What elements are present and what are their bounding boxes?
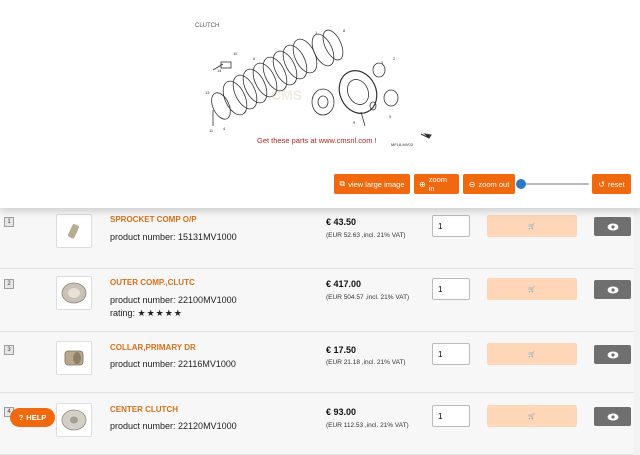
eye-icon	[607, 413, 618, 420]
product-row: 1 SPROCKET COMP O/P product number: 1513…	[0, 208, 634, 269]
svg-text:3: 3	[381, 60, 384, 65]
price-incl-vat: (EUR 21.18 ,incl. 21% VAT)	[326, 359, 406, 366]
view-details-button[interactable]	[594, 217, 631, 236]
quantity-input[interactable]	[432, 343, 470, 365]
svg-text:5: 5	[389, 114, 392, 119]
diagram-code: MFL8-MV03	[391, 142, 414, 147]
product-price: € 93.00	[326, 407, 357, 417]
add-to-cart-button[interactable]: 🛒	[487, 405, 577, 427]
product-thumbnail[interactable]	[56, 341, 92, 375]
help-icon: ?	[18, 413, 24, 422]
view-details-button[interactable]	[594, 280, 631, 299]
rating-stars: ★★★★★	[137, 308, 183, 318]
view-details-button[interactable]	[594, 345, 631, 364]
row-index-badge: 2	[4, 279, 14, 289]
reset-button[interactable]: ↺ reset	[592, 174, 631, 194]
product-number: product number: 15131MV1000	[110, 232, 237, 242]
eye-icon	[607, 286, 618, 293]
product-name[interactable]: CENTER CLUTCH	[110, 405, 178, 414]
svg-text:9: 9	[353, 120, 356, 125]
svg-text:14: 14	[217, 68, 222, 73]
reset-label: reset	[608, 179, 625, 189]
collar-part-image	[64, 350, 84, 366]
add-to-cart-button[interactable]: 🛒	[487, 343, 577, 365]
price-incl-vat: (EUR 504.57 ,incl. 21% VAT)	[326, 294, 410, 301]
view-large-image-button[interactable]: ⧉ view large image	[334, 174, 410, 194]
product-price: € 417.00	[326, 279, 362, 289]
reset-icon: ↺	[598, 179, 605, 189]
view-details-button[interactable]	[594, 407, 631, 426]
diagram-toolbar: ⧉ view large image ⊕ zoom in ⊖ zoom out …	[0, 174, 640, 194]
row-index-badge: 3	[4, 345, 14, 355]
quantity-input[interactable]	[432, 405, 470, 427]
zoom-slider-handle[interactable]	[516, 179, 526, 189]
product-price: € 17.50	[326, 345, 357, 355]
product-price: € 43.50	[326, 217, 357, 227]
diagram-shop-link[interactable]: Get these parts at www.cmsnl.com !	[257, 136, 377, 145]
rating-label: rating:	[110, 308, 136, 318]
product-row: 4 CENTER CLUTCH product number: 22120MV1…	[0, 394, 634, 455]
add-to-cart-button[interactable]: 🛒	[487, 215, 577, 237]
price-incl-vat: (EUR 112.53 ,incl. 21% VAT)	[326, 422, 409, 429]
view-large-label: view large image	[348, 179, 405, 189]
product-number: product number: 22120MV1000	[110, 421, 237, 431]
product-number: product number: 22116MV1000	[110, 359, 236, 369]
product-thumbnail[interactable]	[56, 276, 92, 310]
product-number: product number: 22100MV1000	[110, 295, 237, 305]
zoom-in-icon: ⊕	[419, 179, 426, 189]
help-label: HELP	[26, 413, 47, 422]
eye-icon	[607, 223, 618, 230]
help-button[interactable]: ? HELP	[10, 408, 55, 427]
external-link-icon: ⧉	[339, 179, 346, 188]
clutch-outer-part-image	[61, 282, 87, 304]
quantity-input[interactable]	[432, 215, 470, 237]
price-incl-vat: (EUR 52.63 ,incl. 21% VAT)	[326, 232, 406, 239]
cart-icon: 🛒	[528, 223, 536, 230]
zoom-in-button[interactable]: ⊕ zoom in	[414, 174, 459, 194]
zoom-out-icon: ⊖	[468, 179, 476, 189]
product-row: 2 OUTER COMP.,CLUTC product number: 2210…	[0, 269, 634, 332]
quantity-input[interactable]	[432, 278, 470, 300]
zoom-slider[interactable]	[516, 179, 589, 189]
zoom-in-label: zoom in	[428, 175, 448, 193]
sprocket-part-image	[67, 224, 79, 239]
svg-text:6: 6	[253, 56, 256, 61]
diagram-panel: CLUTCH 15 14 13 6 1 8 3 2 9 5 11 4 CMS G…	[0, 0, 640, 208]
svg-text:8: 8	[343, 28, 346, 33]
cart-icon: 🛒	[528, 413, 536, 420]
product-name[interactable]: COLLAR,PRIMARY DR	[110, 343, 196, 352]
svg-text:2: 2	[393, 56, 396, 61]
zoom-slider-track	[519, 183, 589, 185]
product-thumbnail[interactable]	[56, 214, 92, 248]
eye-icon	[607, 351, 618, 358]
svg-text:CMS: CMS	[271, 87, 302, 103]
product-name[interactable]: OUTER COMP.,CLUTC	[110, 278, 195, 287]
product-row: 3 COLLAR,PRIMARY DR product number: 2211…	[0, 332, 634, 393]
product-thumbnail[interactable]	[56, 403, 92, 437]
product-name[interactable]: SPROCKET COMP O/P	[110, 215, 197, 224]
svg-text:13: 13	[205, 90, 210, 95]
clutch-exploded-drawing: 1514 136 18 32 95 11 4 CMS	[205, 28, 432, 139]
parts-diagram-image[interactable]: CLUTCH 15 14 13 6 1 8 3 2 9 5 11 4 CMS G…	[193, 20, 443, 148]
center-clutch-part-image	[61, 409, 87, 431]
product-rating: rating: ★★★★★	[110, 308, 183, 319]
svg-text:4: 4	[223, 126, 226, 131]
svg-text:15: 15	[233, 51, 238, 56]
cart-icon: 🛒	[528, 286, 536, 293]
cart-icon: 🛒	[528, 351, 536, 358]
svg-text:11: 11	[209, 128, 214, 133]
zoom-out-button[interactable]: ⊖ zoom out	[463, 174, 515, 194]
zoom-out-label: zoom out	[478, 179, 510, 189]
row-index-badge: 1	[4, 217, 14, 227]
add-to-cart-button[interactable]: 🛒	[487, 278, 577, 300]
